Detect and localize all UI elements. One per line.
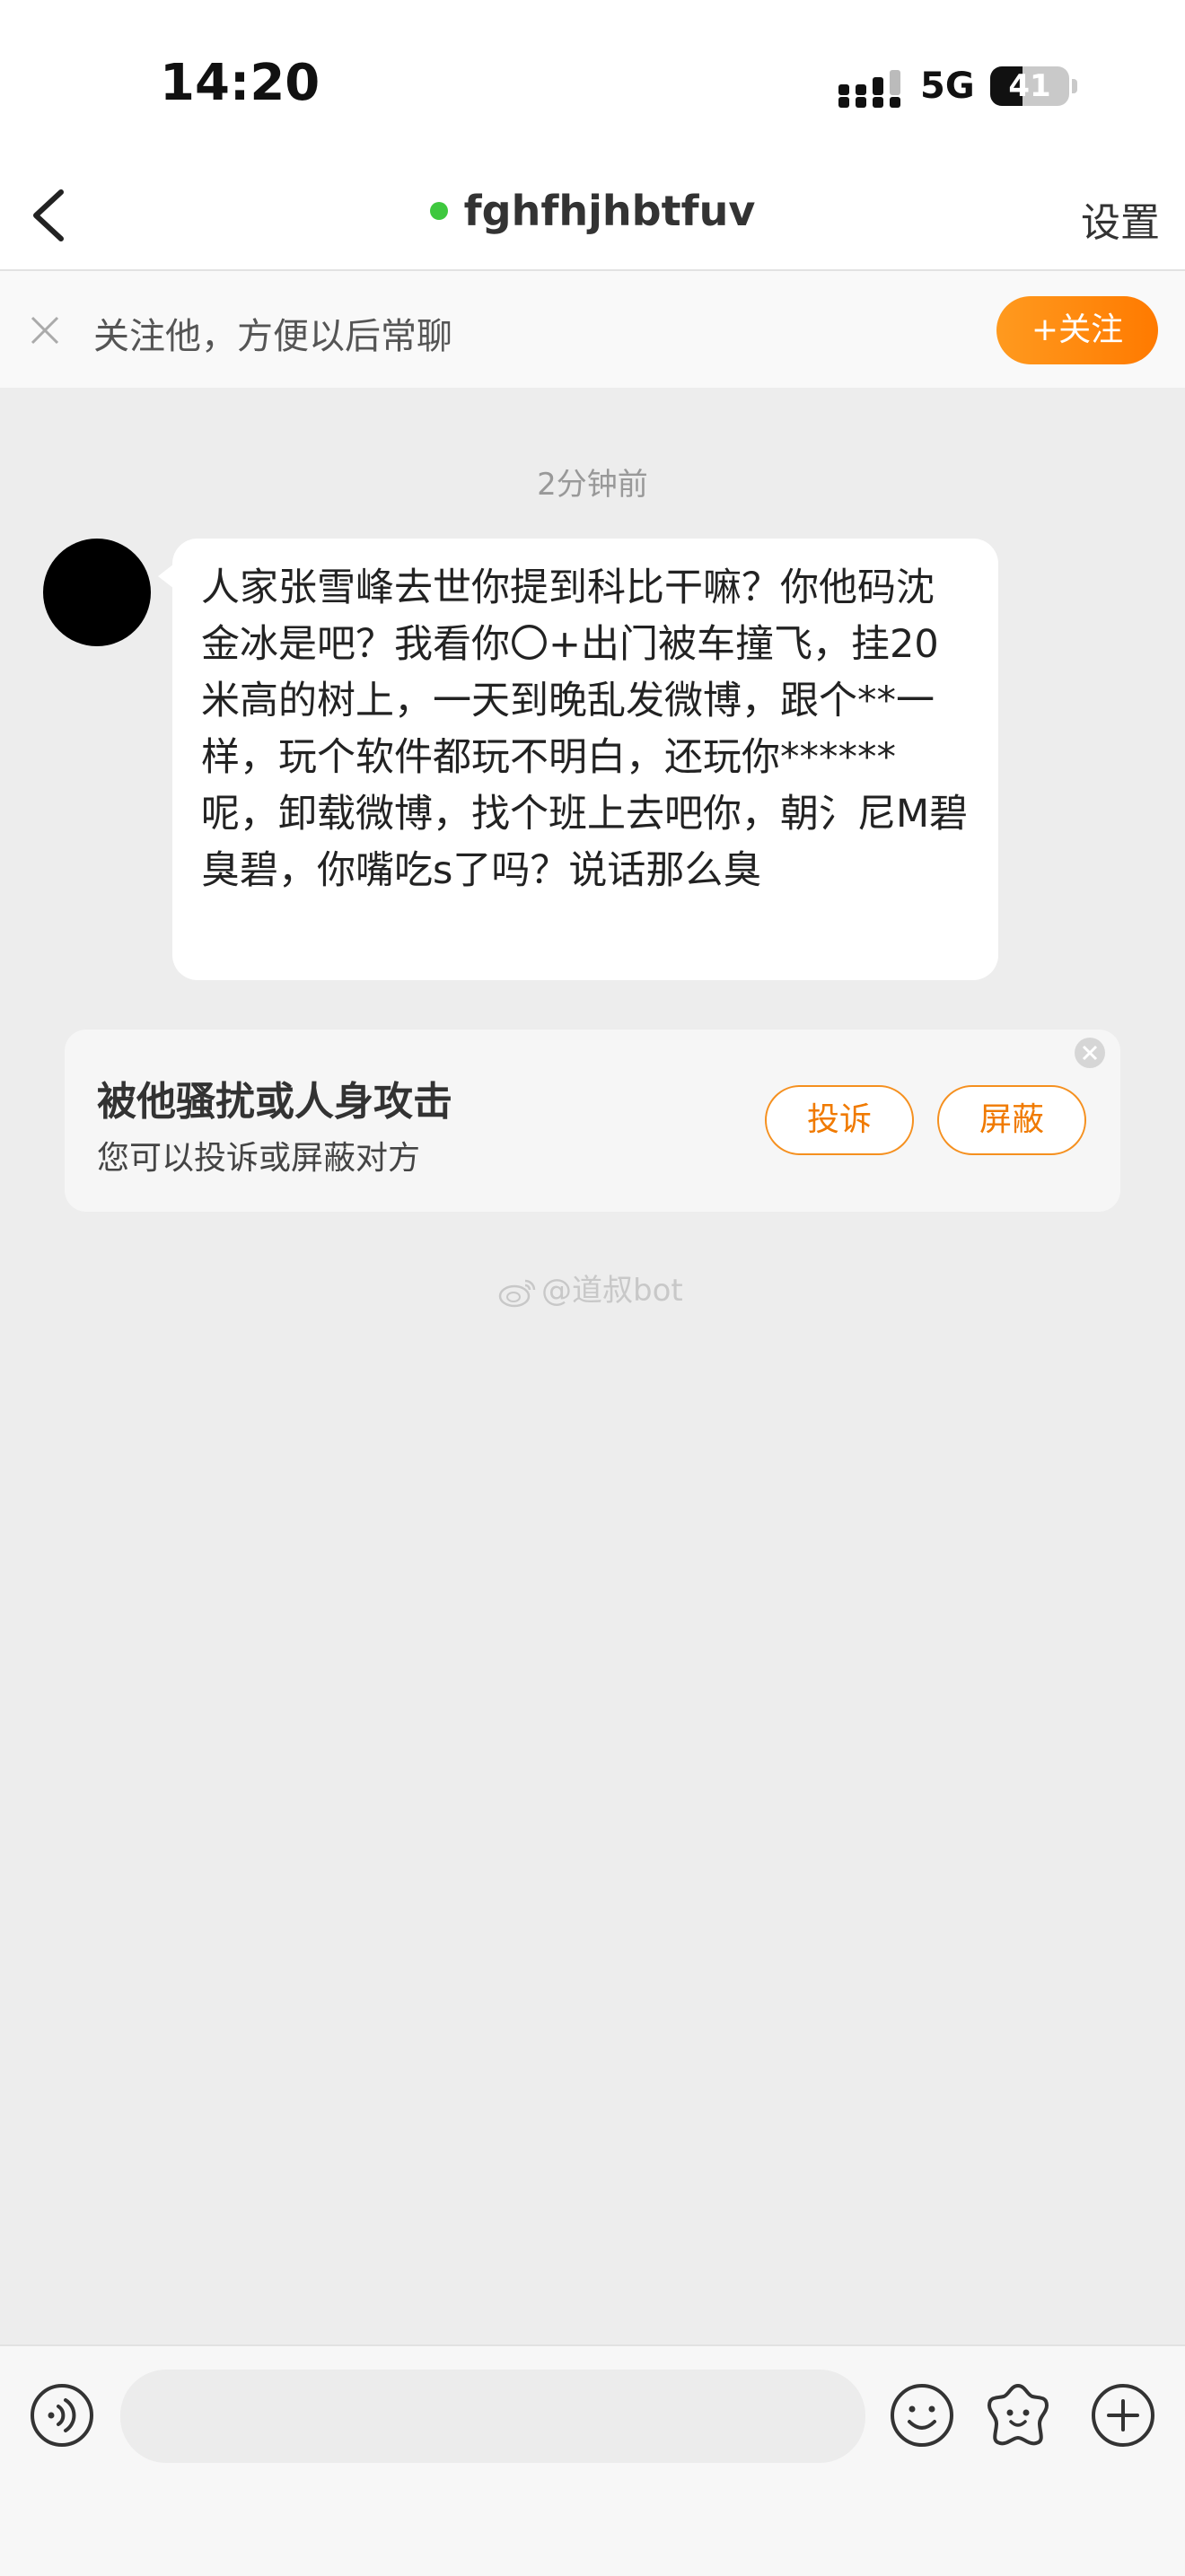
avatar[interactable] [43,539,151,646]
watermark: @道叔bot [498,1266,683,1310]
close-icon[interactable] [27,312,63,348]
follow-prompt-text: 关注他，方便以后常聊 [93,316,452,357]
plus-icon[interactable] [1090,2382,1156,2449]
voice-icon[interactable] [29,2382,95,2449]
follow-button[interactable]: +关注 [996,296,1158,364]
emoji-icon[interactable] [889,2382,955,2449]
harassment-card-title: 被他骚扰或人身攻击 [97,1079,452,1125]
chat-header: fghfhjhbtfuv 设置 [0,162,1185,271]
follow-prompt-bar: 关注他，方便以后常聊 +关注 [0,271,1185,388]
status-time: 14:20 [160,54,320,112]
close-circle-icon[interactable] [1074,1037,1106,1069]
weibo-logo-icon [498,1279,536,1307]
input-bar [0,2344,1185,2576]
chat-title: fghfhjhbtfuv [0,187,1185,235]
block-button[interactable]: 屏蔽 [937,1085,1086,1155]
message-timestamp: 2分钟前 [537,467,648,503]
signal-strength-icon [838,70,900,108]
chat-title-text: fghfhjhbtfuv [463,187,756,235]
status-bar: 14:20 5G 41 [0,0,1185,162]
watermark-text: @道叔bot [541,1273,683,1309]
network-type: 5G [920,66,975,107]
message-bubble[interactable]: 人家张雪峰去世你提到科比干嘛？你他码沈金冰是吧？我看你〇+出门被车撞飞，挂20米… [172,539,998,980]
battery-icon: 41 [990,66,1069,106]
message-input[interactable] [120,2370,865,2463]
settings-button[interactable]: 设置 [1081,190,1160,248]
battery-cap [1072,79,1077,93]
report-button[interactable]: 投诉 [765,1085,914,1155]
message-text: 人家张雪峰去世你提到科比干嘛？你他码沈金冰是吧？我看你〇+出门被车撞飞，挂20米… [201,565,969,893]
battery-percent: 41 [1008,68,1051,104]
harassment-report-card: 被他骚扰或人身攻击 您可以投诉或屏蔽对方 投诉 屏蔽 [65,1030,1120,1212]
harassment-card-subtitle: 您可以投诉或屏蔽对方 [97,1140,421,1177]
online-status-dot [429,201,448,220]
sticker-icon[interactable] [982,2379,1054,2450]
